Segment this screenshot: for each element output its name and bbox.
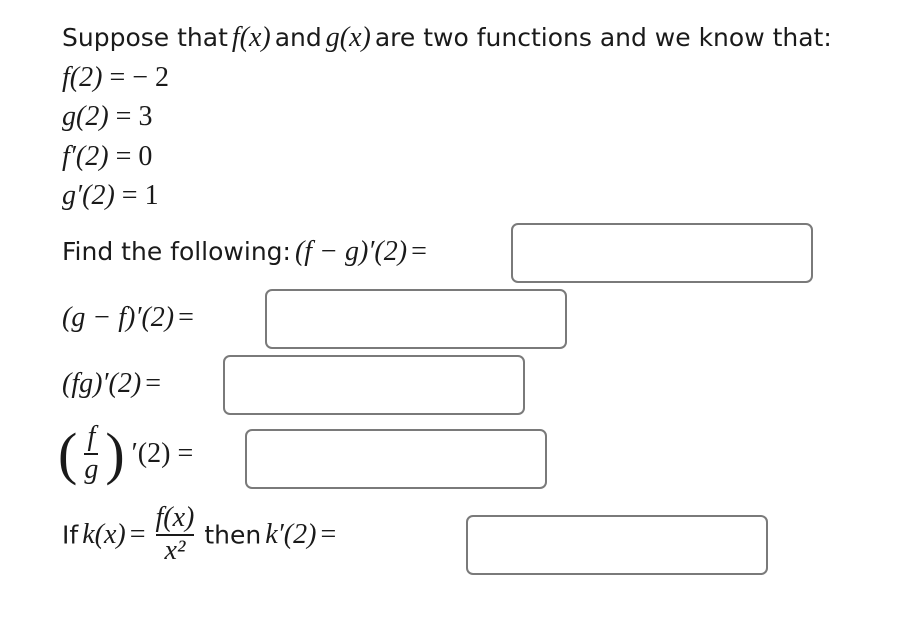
g-of-x: g(x) [325, 22, 371, 53]
q4-suffix: ′(2) [131, 437, 171, 469]
close-paren: ) [105, 420, 125, 486]
given-gprime2: g′(2) = 1 [62, 180, 159, 212]
q1-equals: = [411, 236, 427, 267]
given-lhs: g(2) [62, 101, 109, 132]
q1-expression: (f − g)′(2) [294, 236, 408, 267]
fraction-denominator: g [84, 453, 99, 485]
q2-expression: (g − f)′(2) [62, 302, 175, 333]
given-g2: g(2) = 3 [62, 101, 152, 133]
given-lhs: f′(2) [62, 141, 109, 172]
fraction-f-over-g: f g [84, 421, 99, 486]
q5-equals: = [320, 518, 337, 550]
question-1: Find the following: (f − g)′(2) = [62, 236, 427, 268]
find-label: Find the following: [62, 237, 291, 266]
fraction-fx-over-x2: f(x) x² [155, 502, 195, 567]
given-rhs: = − 2 [109, 62, 170, 93]
q3-equals: = [145, 368, 161, 399]
intro-line: Suppose that f(x) and g(x) are two funct… [62, 22, 832, 54]
intro-text-before: Suppose that [62, 23, 228, 52]
fraction-numerator: f(x) [155, 502, 195, 533]
question-5: If k(x) = f(x) x² then k′(2) = [62, 502, 337, 567]
given-lhs: f(2) [62, 62, 103, 93]
answer-input-k-prime[interactable] [466, 515, 768, 575]
given-rhs: = 1 [121, 180, 159, 211]
q3-expression: (fg)′(2) [62, 368, 142, 399]
given-fprime2: f′(2) = 0 [62, 141, 152, 173]
f-of-x: f(x) [231, 22, 271, 53]
answer-input-g-minus-f[interactable] [265, 289, 567, 349]
answer-input-fg[interactable] [223, 355, 525, 415]
then-label: then [204, 520, 262, 550]
q5-equals-def: = [129, 518, 146, 550]
q4-equals: = [177, 437, 194, 469]
intro-and: and [274, 23, 322, 52]
answer-input-f-minus-g[interactable] [511, 223, 813, 283]
given-rhs: = 0 [115, 141, 153, 172]
k-of-x: k(x) [82, 518, 126, 550]
open-paren: ( [58, 420, 78, 486]
q2-equals: = [178, 302, 194, 333]
question-2: (g − f)′(2) = [62, 302, 194, 334]
question-3: (fg)′(2) = [62, 368, 161, 400]
fraction-numerator: f [87, 421, 96, 452]
if-label: If [62, 520, 79, 550]
intro-text-after: are two functions and we know that: [374, 23, 832, 52]
q5-expression: k′(2) [265, 518, 317, 550]
question-4: ( f g ) ′(2) = [58, 420, 194, 486]
fraction-denominator: x² [164, 534, 186, 566]
answer-input-f-over-g[interactable] [245, 429, 547, 489]
given-f2: f(2) = − 2 [62, 62, 169, 94]
given-rhs: = 3 [115, 101, 153, 132]
given-lhs: g′(2) [62, 180, 115, 211]
